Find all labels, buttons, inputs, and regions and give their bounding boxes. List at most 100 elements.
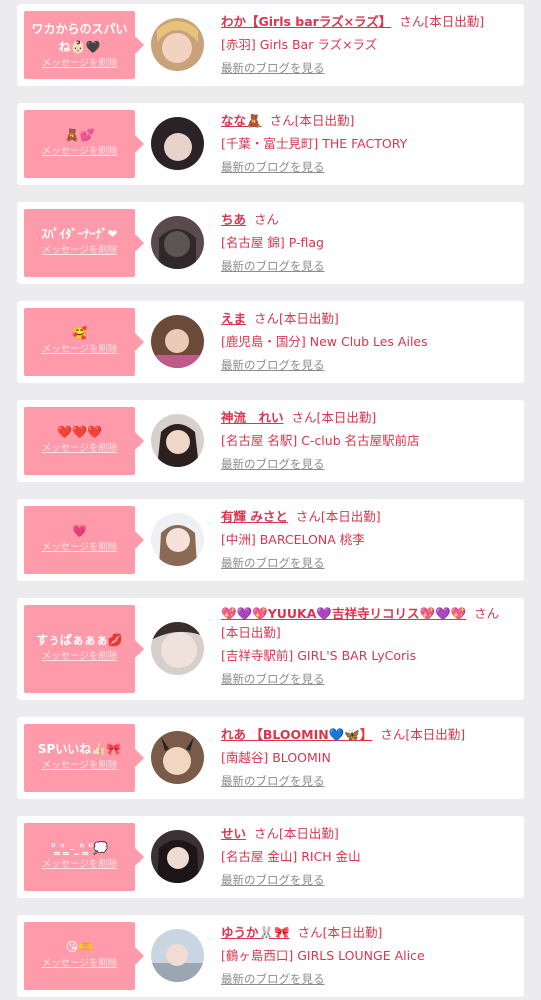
avatar[interactable]: [151, 731, 204, 784]
profile-info: なな🧸 さん[本日出勤] [千葉・富士見町] THE FACTORY 最新のブログ…: [221, 111, 514, 175]
cast-name-link[interactable]: 💖💜💖YUUKA💜吉祥寺リコリス💖💜💖: [221, 606, 466, 621]
blog-link[interactable]: 最新のブログを見る: [221, 357, 325, 373]
message-bubble: ｽﾊﾟｲﾀﾞｰﾅｰﾅﾞ❤︎ メッセージを削除: [24, 209, 144, 277]
status-badge: [本日出勤]: [279, 826, 339, 841]
message-text: 🥰: [72, 326, 87, 340]
profile-info: わか【Girls barラズ×ラズ】 さん[本日出勤] [赤羽] Girls Ba…: [221, 12, 514, 76]
avatar[interactable]: [151, 216, 204, 269]
list-item: 🧸💕 メッセージを削除 なな🧸 さん[本日出勤] [千葉・富士見町] THE FA…: [17, 103, 524, 185]
list-item: ❤️❤️❤️ メッセージを削除 神流 れい さん[本日出勤] [名古屋 名駅] C…: [17, 400, 524, 482]
message-bubble: ❤️❤️❤️ メッセージを削除: [24, 407, 144, 475]
avatar[interactable]: [151, 315, 204, 368]
san-label: さん: [380, 727, 406, 742]
avatar[interactable]: [151, 513, 204, 566]
message-bubble: 🧸💕 メッセージを削除: [24, 110, 144, 178]
san-label: さん: [269, 113, 295, 128]
san-label: さん: [297, 925, 323, 940]
cast-name-link[interactable]: れあ 【BLOOMIN💙🦋】: [221, 727, 372, 742]
status-badge: [本日出勤]: [322, 925, 383, 940]
avatar[interactable]: [151, 830, 204, 883]
shop-name[interactable]: [赤羽] Girls Bar ラズ×ラズ: [221, 35, 514, 54]
delete-message-link[interactable]: メッセージを削除: [24, 541, 135, 555]
status-badge: [本日出勤]: [320, 509, 381, 524]
blog-link[interactable]: 最新のブログを見る: [221, 773, 325, 789]
blog-link[interactable]: 最新のブログを見る: [221, 258, 325, 274]
message-text: SPいいね👍🏻🎀: [37, 742, 122, 756]
cast-name-link[interactable]: わか【Girls barラズ×ラズ】: [221, 14, 391, 29]
shop-name[interactable]: [吉祥寺駅前] GIRL'S BAR LyCoris: [221, 646, 514, 665]
san-label: さん: [254, 212, 280, 227]
status-badge: [本日出勤]: [221, 625, 281, 640]
delete-message-link[interactable]: メッセージを削除: [24, 57, 135, 71]
delete-message-link[interactable]: メッセージを削除: [24, 244, 135, 258]
shop-name[interactable]: [名古屋 名駅] C-club 名古屋駅前店: [221, 431, 514, 450]
cast-name-link[interactable]: 有輝 みさと: [221, 509, 288, 524]
message-bubble: 💗 メッセージを削除: [24, 506, 144, 574]
profile-info: 💖💜💖YUUKA💜吉祥寺リコリス💖💜💖 さん [本日出勤] [吉祥寺駅前] GIRL…: [221, 604, 514, 687]
profile-info: 有輝 みさと さん[本日出勤] [中洲] BARCELONA 桃李 最新のブログを…: [221, 507, 514, 571]
blog-link[interactable]: 最新のブログを見る: [221, 671, 325, 687]
message-text: 🧸💕: [64, 128, 95, 142]
message-bubble: 😘🫶 メッセージを削除: [24, 922, 144, 990]
list-item: SPいいね👍🏻🎀 メッセージを削除 れあ 【BLOOMIN💙🦋】 さん[本日出勤]…: [17, 717, 524, 799]
delete-message-link[interactable]: メッセージを削除: [24, 858, 135, 872]
blog-link[interactable]: 最新のブログを見る: [221, 60, 325, 76]
cast-name-link[interactable]: 神流 れい: [221, 410, 284, 425]
profile-info: せい さん[本日出勤] [名古屋 金山] RICH 金山 最新のブログを見る: [221, 824, 514, 888]
list-item: ᐡ ̳ᐢ ̳₋ ̫ᐢ ̳ᐡ💭 メッセージを削除 せい さん[本日出勤] [名古屋 …: [17, 816, 524, 898]
message-text: 💗: [72, 524, 87, 538]
blog-link[interactable]: 最新のブログを見る: [221, 555, 325, 571]
message-bubble: ᐡ ̳ᐢ ̳₋ ̫ᐢ ̳ᐡ💭 メッセージを削除: [24, 823, 144, 891]
list-item: 💗 メッセージを削除 有輝 みさと さん[本日出勤] [中洲] BARCELONA…: [17, 499, 524, 581]
cast-name-link[interactable]: せい: [221, 826, 246, 841]
profile-info: ちあ さん [名古屋 錦] P-flag 最新のブログを見る: [221, 210, 514, 274]
blog-link[interactable]: 最新のブログを見る: [221, 971, 325, 987]
san-label: さん: [291, 410, 317, 425]
san-label: さん: [254, 311, 280, 326]
avatar[interactable]: [151, 929, 204, 982]
shop-name[interactable]: [名古屋 錦] P-flag: [221, 233, 514, 252]
profile-info: れあ 【BLOOMIN💙🦋】 さん[本日出勤] [南越谷] BLOOMIN 最新の…: [221, 725, 514, 789]
delete-message-link[interactable]: メッセージを削除: [24, 343, 135, 357]
delete-message-link[interactable]: メッセージを削除: [24, 650, 135, 664]
delete-message-link[interactable]: メッセージを削除: [24, 145, 135, 159]
delete-message-link[interactable]: メッセージを削除: [24, 442, 135, 456]
shop-name[interactable]: [中洲] BARCELONA 桃李: [221, 530, 514, 549]
avatar[interactable]: [151, 414, 204, 467]
message-text: ワカからのスパいね👶🏻🖤: [31, 22, 128, 54]
status-badge: [本日出勤]: [424, 14, 485, 29]
san-label: さん: [254, 826, 280, 841]
message-bubble: すぅぱぁぁぁ💋 メッセージを削除: [24, 605, 144, 693]
list-item: 😘🫶 メッセージを削除 ゆうか🐰🎀 さん[本日出勤] [鶴ヶ島西口] GIRLS …: [17, 915, 524, 997]
profile-info: 神流 れい さん[本日出勤] [名古屋 名駅] C-club 名古屋駅前店 最新の…: [221, 408, 514, 472]
shop-name[interactable]: [鹿児島・国分] New Club Les Ailes: [221, 332, 514, 351]
cast-name-link[interactable]: えま: [221, 311, 246, 326]
profile-info: ゆうか🐰🎀 さん[本日出勤] [鶴ヶ島西口] GIRLS LOUNGE Alice…: [221, 923, 514, 987]
message-text: ❤️❤️❤️: [57, 425, 102, 439]
message-bubble: ワカからのスパいね👶🏻🖤 メッセージを削除: [24, 11, 144, 79]
blog-link[interactable]: 最新のブログを見る: [221, 159, 325, 175]
cast-name-link[interactable]: なな🧸: [221, 113, 262, 128]
delete-message-link[interactable]: メッセージを削除: [24, 759, 135, 773]
shop-name[interactable]: [名古屋 金山] RICH 金山: [221, 847, 514, 866]
san-label: さん: [295, 509, 321, 524]
list-item: ワカからのスパいね👶🏻🖤 メッセージを削除 わか【Girls barラズ×ラズ】…: [17, 4, 524, 86]
san-label: さん: [399, 14, 425, 29]
shop-name[interactable]: [千葉・富士見町] THE FACTORY: [221, 134, 514, 153]
message-text: 😘🫶: [65, 940, 94, 954]
blog-link[interactable]: 最新のブログを見る: [221, 872, 325, 888]
avatar[interactable]: [151, 18, 204, 71]
san-label: さん: [474, 606, 500, 621]
profile-info: えま さん[本日出勤] [鹿児島・国分] New Club Les Ailes 最…: [221, 309, 514, 373]
list-item: ｽﾊﾟｲﾀﾞｰﾅｰﾅﾞ❤︎ メッセージを削除 ちあ さん [名古屋 錦] P-fl…: [17, 202, 524, 284]
avatar[interactable]: [151, 622, 204, 675]
status-badge: [本日出勤]: [405, 727, 466, 742]
delete-message-link[interactable]: メッセージを削除: [24, 957, 135, 971]
list-item: すぅぱぁぁぁ💋 メッセージを削除 💖💜💖YUUKA💜吉祥寺リコリス💖💜💖 さん [本…: [17, 598, 524, 700]
shop-name[interactable]: [鶴ヶ島西口] GIRLS LOUNGE Alice: [221, 946, 514, 965]
avatar[interactable]: [151, 117, 204, 170]
cast-name-link[interactable]: ゆうか🐰🎀: [221, 925, 290, 940]
cast-name-link[interactable]: ちあ: [221, 212, 246, 227]
blog-link[interactable]: 最新のブログを見る: [221, 456, 325, 472]
shop-name[interactable]: [南越谷] BLOOMIN: [221, 748, 514, 767]
